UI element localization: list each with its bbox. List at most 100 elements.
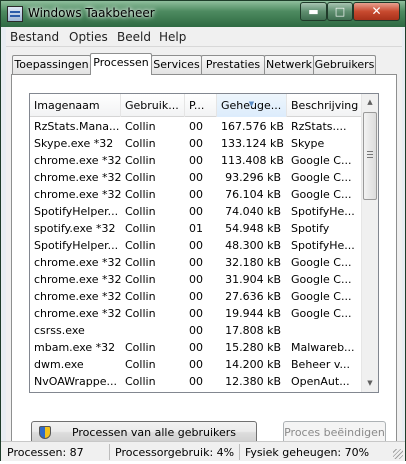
table-row[interactable]: chrome.exe *32 Collin 00 32.180 kB Google C.… [30,254,363,271]
process-list[interactable]: Imagenaam Gebruik... P... ▼ Geheuge... B… [29,93,379,393]
tab-processen[interactable]: Processen [90,53,152,75]
status-divider [109,444,110,460]
process-cpu: 00 [189,290,203,303]
process-description [287,322,365,339]
menu-beeld[interactable]: Beeld [117,30,151,44]
process-user: Collin [125,120,156,133]
process-name: chrome.exe *32 [34,290,121,303]
process-cpu: 00 [189,154,203,167]
tab-services[interactable]: Services [151,55,202,74]
process-description: Google C... [291,307,352,320]
process-description: Google C... [291,171,352,184]
process-memory: 133.124 kB [221,137,284,150]
process-user: Collin [125,256,156,269]
process-memory: 27.636 kB [225,290,281,303]
process-cpu: 00 [189,239,203,252]
process-user: Collin [125,239,156,252]
process-memory: 19.944 kB [225,307,281,320]
process-cpu: 00 [189,188,203,201]
tab-prestaties[interactable]: Prestaties [201,55,265,74]
table-row[interactable]: chrome.exe *32 Collin 00 27.636 kB Google C.… [30,288,363,305]
process-name: Skype.exe *32 [34,137,114,150]
resize-grip-icon[interactable] [393,449,403,459]
thumb-grip-icon [367,151,373,158]
table-row[interactable]: SpotifyHelper... Collin 00 74.040 kB Spotify… [30,203,363,220]
process-user: Collin [125,273,156,286]
maximize-button[interactable]: □ [327,2,353,21]
table-row[interactable]: chrome.exe *32 Collin 00 76.104 kB Google C.… [30,186,363,203]
process-description: Skype [291,137,325,150]
process-description: Malwareb... [291,341,355,354]
process-memory: 113.408 kB [221,154,284,167]
scroll-down-icon[interactable]: ▼ [362,375,378,392]
status-divider [239,444,240,460]
process-user: Collin [125,222,156,235]
table-row[interactable]: chrome.exe *32 Collin 00 31.904 kB Google C.… [30,271,363,288]
tab-netwerk[interactable]: Netwerk [264,55,314,74]
process-name: dwm.exe [34,358,84,371]
process-memory: 12.380 kB [225,375,281,388]
process-cpu: 01 [189,222,203,235]
process-user: Collin [125,154,156,167]
table-row[interactable]: chrome.exe *32 Collin 00 93.296 kB Google C.… [30,169,363,186]
process-cpu: 00 [189,324,203,337]
table-row[interactable]: spotify.exe *32 Collin 01 54.948 kB Spotify [30,220,363,237]
process-name: chrome.exe *32 [34,273,121,286]
process-name: chrome.exe *32 [34,256,121,269]
process-user: Collin [125,137,156,150]
table-row[interactable]: chrome.exe *32 Collin 00 113.408 kB Google C… [30,152,363,169]
process-description: Google C... [291,154,352,167]
process-user: Collin [125,205,156,218]
menu-opties[interactable]: Opties [69,30,108,44]
task-manager-window: Windows Taakbeheer ▬ □ ✕ Bestand Opties … [0,0,406,461]
table-row[interactable]: Skype.exe *32 Collin 00 133.124 kB Skype [30,135,363,152]
table-row[interactable]: csrss.exe 00 17.808 kB [30,322,363,339]
status-cpu-usage: Processorgebruik: 4% [115,446,235,459]
close-button[interactable]: ✕ [353,2,400,21]
scroll-up-icon[interactable]: ▲ [362,94,378,111]
task-manager-icon [7,6,23,22]
process-description: Google C... [291,290,352,303]
table-row[interactable]: SpotifyHelper... Collin 00 48.300 kB Spotify… [30,237,363,254]
column-header-cpu[interactable]: P... [185,94,217,117]
table-row[interactable]: dwm.exe Collin 00 14.200 kB Beheer v... [30,356,363,373]
process-description: Spotify [291,222,330,235]
process-cpu: 00 [189,256,203,269]
tab-toepassingen[interactable]: Toepassingen [12,55,91,74]
menu-bar: Bestand Opties Beeld Help [6,27,402,47]
menu-help[interactable]: Help [159,30,186,44]
process-name: chrome.exe *32 [34,188,121,201]
column-header-imagename[interactable]: Imagenaam [30,94,121,117]
table-row[interactable]: NvOAWrappe... Collin 00 12.380 kB OpenAut... [30,373,363,390]
process-memory: 17.808 kB [225,324,281,337]
title-bar[interactable]: Windows Taakbeheer ▬ □ ✕ [1,1,405,27]
process-description: Google C... [291,256,352,269]
table-row[interactable]: chrome.exe *32 Collin 00 19.944 kB Google C.… [30,305,363,322]
process-memory: 14.200 kB [225,358,281,371]
process-user: Collin [125,307,156,320]
uac-shield-icon [39,426,51,439]
process-name: csrss.exe [34,324,85,337]
process-memory: 32.180 kB [225,256,281,269]
process-name: spotify.exe *32 [34,222,116,235]
process-user: Collin [125,358,156,371]
column-header-description[interactable]: Beschrijving [287,94,363,117]
processes-panel: Imagenaam Gebruik... P... ▼ Geheuge... B… [11,74,397,442]
column-header-memory[interactable]: ▼ Geheuge... [217,94,287,117]
process-memory: 15.280 kB [225,341,281,354]
process-memory: 93.296 kB [225,171,281,184]
process-description: Beheer v... [291,358,350,371]
minimize-button[interactable]: ▬ [300,2,327,21]
process-name: chrome.exe *32 [34,171,121,184]
process-memory: 48.300 kB [225,239,281,252]
column-header-user[interactable]: Gebruik... [121,94,185,117]
table-row[interactable]: mbam.exe *32 Collin 00 15.280 kB Malwareb... [30,339,363,356]
vertical-scrollbar[interactable]: ▲ ▼ [361,94,378,392]
menu-bestand[interactable]: Bestand [10,30,59,44]
process-memory: 167.576 kB [221,120,284,133]
status-bar: Processen: 87 Processorgebruik: 4% Fysie… [1,441,405,461]
table-row[interactable]: RzStats.Mana... Collin 00 167.576 kB RzStats… [30,118,363,135]
scrollbar-thumb[interactable] [363,112,377,200]
tab-gebruikers[interactable]: Gebruikers [313,55,376,74]
process-name: NvOAWrappe... [34,375,117,388]
